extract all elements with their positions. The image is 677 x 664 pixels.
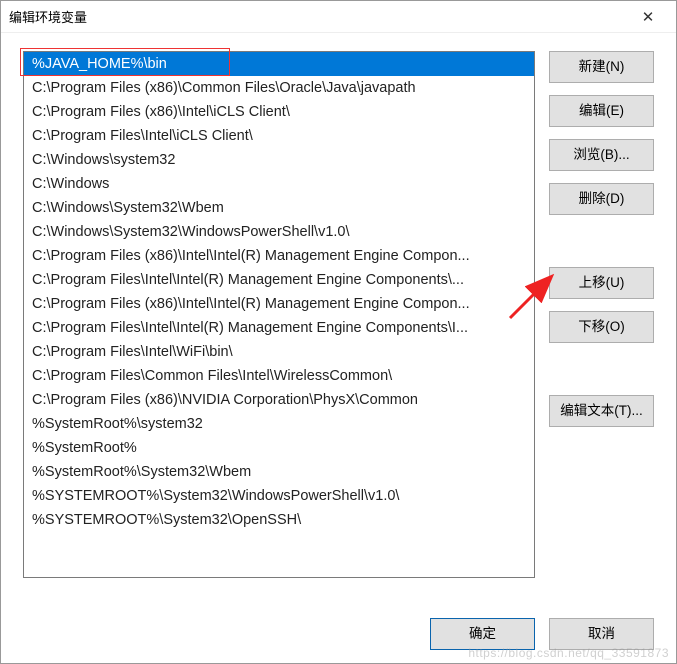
spacer [549, 227, 654, 255]
list-item[interactable]: %SYSTEMROOT%\System32\WindowsPowerShell\… [24, 484, 534, 508]
list-item[interactable]: C:\Windows\System32\Wbem [24, 196, 534, 220]
list-wrapper: %JAVA_HOME%\binC:\Program Files (x86)\Co… [23, 51, 535, 578]
list-item[interactable]: C:\Program Files\Intel\WiFi\bin\ [24, 340, 534, 364]
list-item[interactable]: C:\Program Files (x86)\NVIDIA Corporatio… [24, 388, 534, 412]
edit-button[interactable]: 编辑(E) [549, 95, 654, 127]
path-listbox[interactable]: %JAVA_HOME%\binC:\Program Files (x86)\Co… [23, 51, 535, 578]
close-icon[interactable]: ✕ [628, 1, 668, 33]
list-item[interactable]: %JAVA_HOME%\bin [24, 52, 534, 76]
list-item[interactable]: C:\Windows\System32\WindowsPowerShell\v1… [24, 220, 534, 244]
watermark: https://blog.csdn.net/qq_33591873 [468, 646, 669, 660]
list-item[interactable]: C:\Program Files (x86)\Common Files\Orac… [24, 76, 534, 100]
list-item[interactable]: C:\Program Files\Intel\Intel(R) Manageme… [24, 316, 534, 340]
new-button[interactable]: 新建(N) [549, 51, 654, 83]
titlebar: 编辑环境变量 ✕ [1, 1, 676, 33]
delete-button[interactable]: 删除(D) [549, 183, 654, 215]
list-item[interactable]: C:\Program Files\Intel\iCLS Client\ [24, 124, 534, 148]
list-item[interactable]: C:\Windows\system32 [24, 148, 534, 172]
content-area: %JAVA_HOME%\binC:\Program Files (x86)\Co… [1, 33, 676, 605]
move-up-button[interactable]: 上移(U) [549, 267, 654, 299]
list-item[interactable]: %SystemRoot% [24, 436, 534, 460]
list-item[interactable]: %SYSTEMROOT%\System32\OpenSSH\ [24, 508, 534, 532]
list-item[interactable]: C:\Windows [24, 172, 534, 196]
dialog-window: 编辑环境变量 ✕ %JAVA_HOME%\binC:\Program Files… [0, 0, 677, 664]
side-buttons: 新建(N) 编辑(E) 浏览(B)... 删除(D) 上移(U) 下移(O) 编… [549, 51, 654, 605]
window-title: 编辑环境变量 [9, 7, 628, 26]
browse-button[interactable]: 浏览(B)... [549, 139, 654, 171]
list-item[interactable]: %SystemRoot%\System32\Wbem [24, 460, 534, 484]
edit-text-button[interactable]: 编辑文本(T)... [549, 395, 654, 427]
list-item[interactable]: C:\Program Files\Common Files\Intel\Wire… [24, 364, 534, 388]
spacer [549, 355, 654, 383]
list-item[interactable]: C:\Program Files\Intel\Intel(R) Manageme… [24, 268, 534, 292]
list-item[interactable]: %SystemRoot%\system32 [24, 412, 534, 436]
list-item[interactable]: C:\Program Files (x86)\Intel\Intel(R) Ma… [24, 244, 534, 268]
list-item[interactable]: C:\Program Files (x86)\Intel\Intel(R) Ma… [24, 292, 534, 316]
move-down-button[interactable]: 下移(O) [549, 311, 654, 343]
list-item[interactable]: C:\Program Files (x86)\Intel\iCLS Client… [24, 100, 534, 124]
